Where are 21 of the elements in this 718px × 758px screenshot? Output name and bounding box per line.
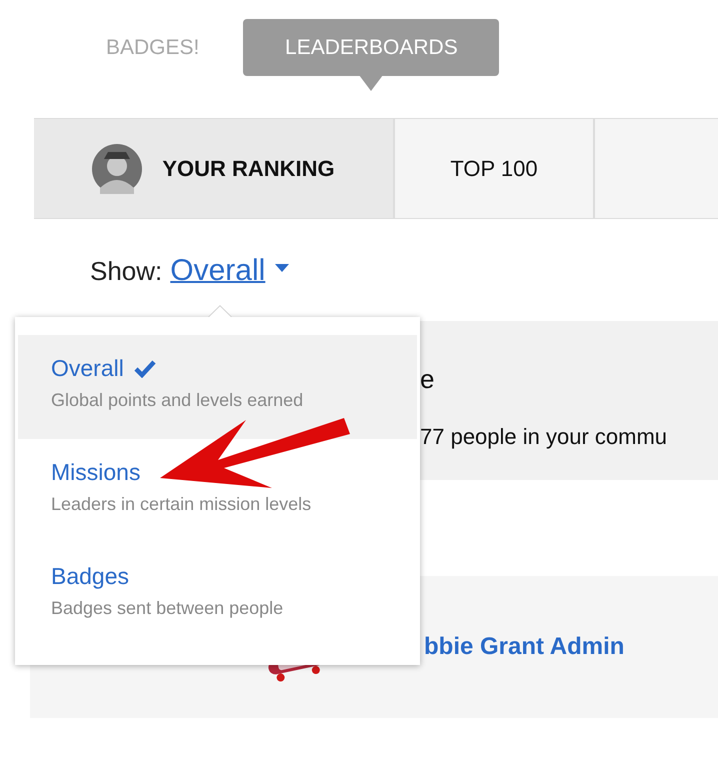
option-description: Global points and levels earned: [51, 390, 304, 411]
option-title: Missions: [51, 459, 140, 486]
option-title: Overall: [51, 355, 124, 382]
dropdown-option[interactable]: Missions Leaders in certain mission levels: [18, 439, 417, 543]
summary-text: 77 people in your commu: [420, 424, 668, 450]
show-label: Show:: [90, 256, 162, 286]
dropdown-option[interactable]: Badges Badges sent between people: [18, 543, 417, 647]
checkmark-icon: [134, 360, 156, 378]
pointer-caret-icon: [359, 75, 384, 91]
filter-dropdown-link[interactable]: Overall: [170, 254, 266, 288]
summary-heading: e: [420, 365, 434, 393]
dropdown-option[interactable]: Overall Global points and levels earned: [18, 335, 417, 439]
caret-icon: [275, 264, 290, 272]
option-description: Badges sent between people: [51, 598, 284, 619]
ranking-tab[interactable]: [595, 119, 718, 218]
option-description: Leaders in certain mission levels: [51, 494, 312, 515]
nav-tab[interactable]: LEADERBOARDS: [243, 19, 500, 76]
ranking-tab[interactable]: TOP 100: [395, 119, 595, 218]
option-title: Badges: [51, 563, 130, 590]
ranking-tab[interactable]: YOUR RANKING: [34, 119, 395, 218]
leader-name-link[interactable]: bbie Grant Admin: [424, 633, 624, 661]
